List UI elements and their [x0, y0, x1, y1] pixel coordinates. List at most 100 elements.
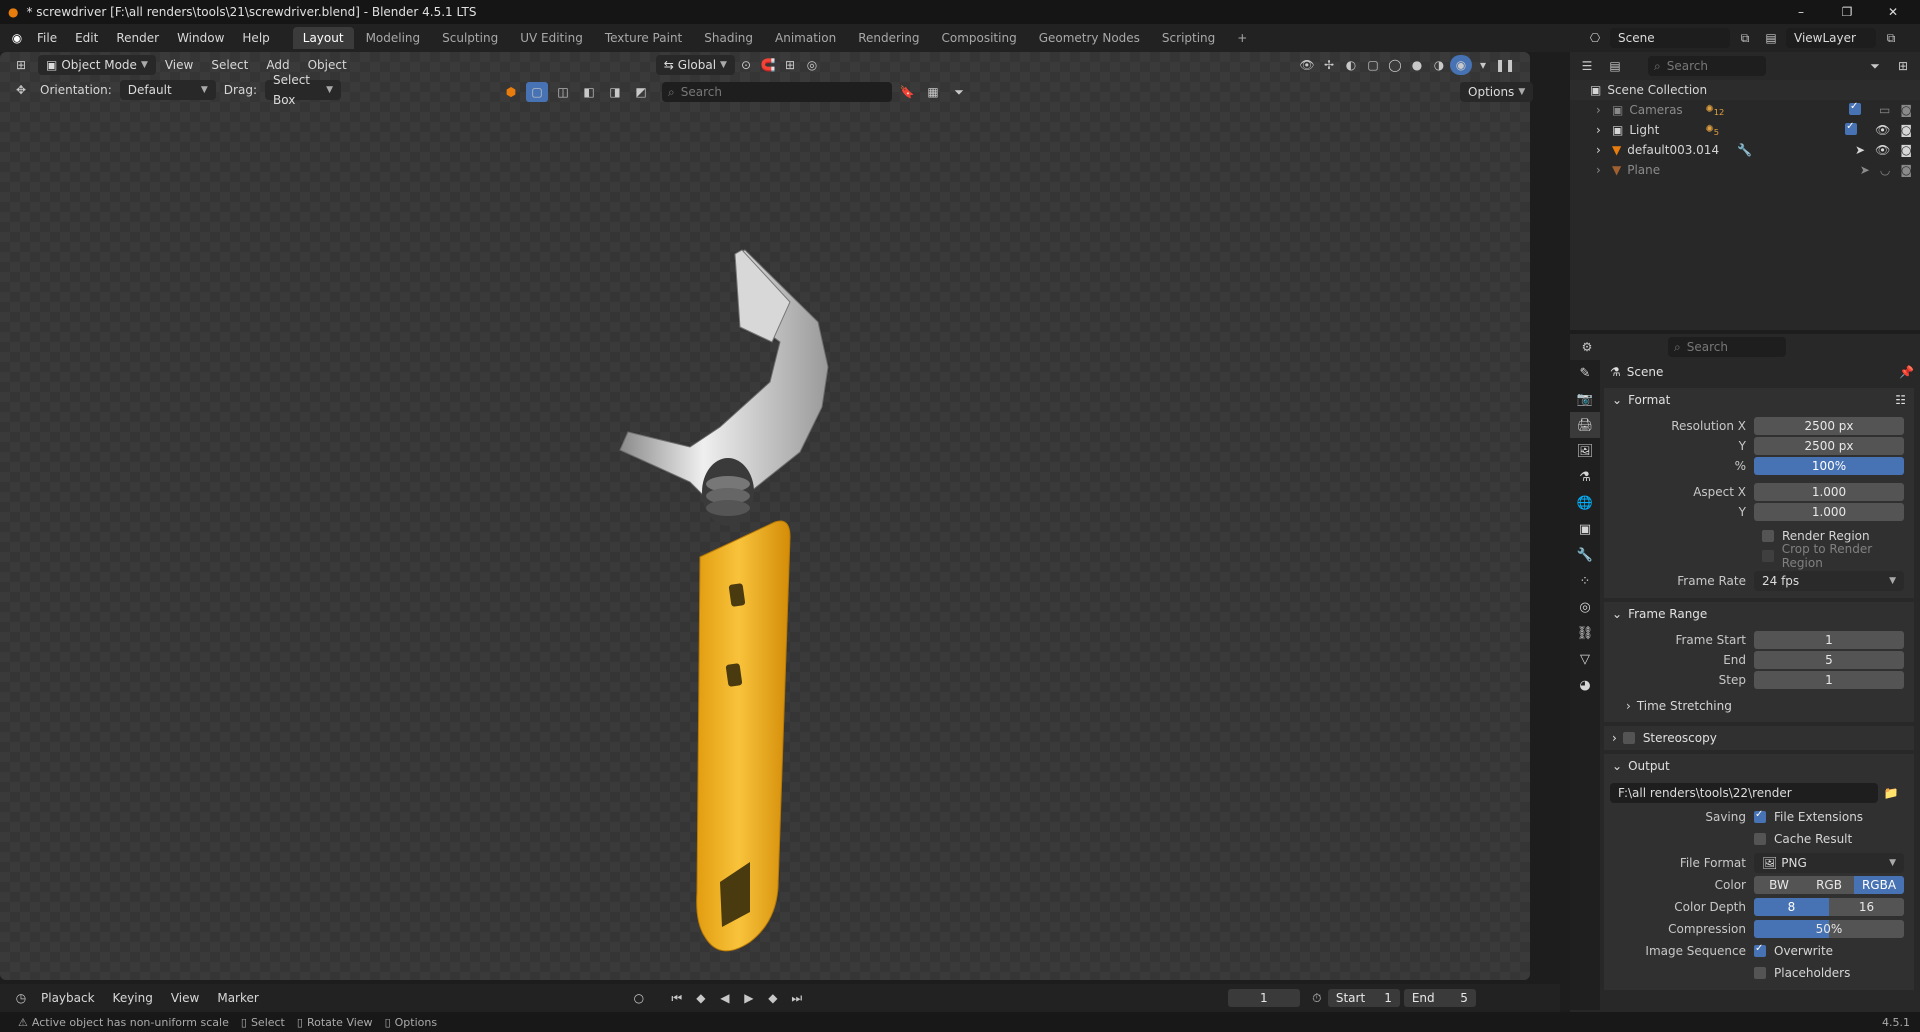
particles-tab-icon[interactable]: ⁘	[1570, 568, 1600, 594]
folder-icon[interactable]: 📁	[1880, 783, 1902, 803]
pause-render-icon[interactable]: ❚❚	[1494, 55, 1516, 75]
outliner-row-cameras[interactable]: › ▣ Cameras ✺12 ▭ ◙	[1570, 100, 1920, 120]
timeline-start-field[interactable]: Start 1	[1327, 989, 1400, 1007]
bookmark-icon[interactable]: 🔖	[896, 82, 918, 102]
menu-window[interactable]: Window	[168, 24, 233, 52]
include-checkbox[interactable]	[1845, 121, 1858, 135]
expand-arrow-icon[interactable]: ›	[1596, 103, 1612, 117]
select-arrow-icon[interactable]: ➤	[1860, 163, 1870, 177]
presets-icon[interactable]: ☷	[1895, 393, 1906, 407]
scene-selector[interactable]: Scene	[1610, 28, 1730, 48]
file-extensions-checkbox[interactable]	[1754, 809, 1766, 823]
tab-scripting[interactable]: Scripting	[1152, 27, 1225, 49]
properties-search[interactable]: ⌕ Search	[1668, 337, 1786, 357]
3d-viewport[interactable]: ⊞ ▣ Object Mode ▼ View Select Add Object…	[0, 51, 1534, 980]
scene-icon[interactable]: ⎔	[1584, 28, 1606, 48]
output-panel-header[interactable]: ⌄ Output	[1604, 754, 1914, 778]
format-panel-header[interactable]: ⌄ Format ☷	[1604, 388, 1914, 412]
scene-tab-icon[interactable]: ⚗	[1570, 464, 1600, 490]
material-tab-icon[interactable]: ◕	[1570, 672, 1600, 698]
select-invert-icon[interactable]: ◨	[604, 82, 626, 102]
resolution-y-field[interactable]: 2500 px	[1754, 437, 1904, 455]
frame-range-panel-header[interactable]: ⌄ Frame Range	[1604, 602, 1914, 626]
pin-icon[interactable]: 📌	[1899, 365, 1914, 379]
editor-type-icon[interactable]: ⊞	[10, 55, 32, 75]
render-camera-icon[interactable]: ◙	[1900, 163, 1912, 177]
menu-help[interactable]: Help	[233, 24, 278, 52]
new-view-layer-icon[interactable]: ⧉	[1880, 28, 1902, 48]
play-reverse-icon[interactable]: ◀	[714, 988, 736, 1008]
tab-uv-editing[interactable]: UV Editing	[510, 27, 593, 49]
proportional-edit-icon[interactable]: ◎	[801, 55, 823, 75]
overwrite-checkbox[interactable]	[1754, 943, 1766, 957]
blender-menu-icon[interactable]: ◉	[6, 28, 28, 48]
viewport-menu-select[interactable]: Select	[202, 51, 257, 79]
output-tab-icon[interactable]: 🖨	[1570, 412, 1600, 438]
aspect-x-field[interactable]: 1.000	[1754, 483, 1904, 501]
object-type-icon[interactable]: ⬢	[500, 82, 522, 102]
render-region-checkbox[interactable]	[1762, 530, 1774, 542]
wrench-model[interactable]	[600, 192, 860, 952]
transform-orientation-selector[interactable]: ⇆ Global ▼	[655, 55, 735, 75]
tab-layout[interactable]: Layout	[292, 27, 354, 49]
include-checkbox[interactable]	[1849, 101, 1861, 115]
outliner-search[interactable]: ⌕ Search	[1648, 56, 1766, 76]
tab-shading[interactable]: Shading	[694, 27, 763, 49]
menu-file[interactable]: File	[28, 24, 66, 52]
file-format-selector[interactable]: 🖼 PNG ▼	[1754, 853, 1904, 873]
gizmo-icon[interactable]: ✢	[1318, 55, 1340, 75]
jump-keyframe-forward-icon[interactable]: ◆	[762, 988, 784, 1008]
aspect-y-field[interactable]: 1.000	[1754, 503, 1904, 521]
overlays-icon[interactable]: ◐	[1340, 55, 1362, 75]
render-camera-icon[interactable]: ◙	[1900, 143, 1912, 157]
color-depth-8-option[interactable]: 8	[1754, 898, 1829, 916]
select-subtract-icon[interactable]: ◧	[578, 82, 600, 102]
expand-arrow-icon[interactable]: ›	[1596, 143, 1612, 157]
viewport-visible-icon[interactable]: ▭	[1879, 103, 1890, 117]
filter-icon[interactable]: ⏷	[948, 82, 970, 102]
scene-collection-row[interactable]: ▣ Scene Collection	[1570, 80, 1920, 100]
eye-icon[interactable]: 👁	[1875, 143, 1890, 157]
new-collection-icon[interactable]: ⊞	[1892, 56, 1914, 76]
drag-selector[interactable]: Select Box ▼	[264, 73, 341, 107]
shading-options-icon[interactable]: ▾	[1472, 55, 1494, 75]
object-tab-icon[interactable]: ▣	[1570, 516, 1600, 542]
modifier-tab-icon[interactable]: 🔧	[1570, 542, 1600, 568]
view-layer-selector[interactable]: ViewLayer	[1786, 28, 1876, 48]
tool-tab-icon[interactable]: ✎	[1570, 360, 1600, 386]
jump-end-icon[interactable]: ⏭	[786, 988, 808, 1008]
filter-icon[interactable]: ⏷	[1864, 56, 1886, 76]
mode-selector[interactable]: ▣ Object Mode ▼	[38, 55, 156, 75]
stopwatch-icon[interactable]: ⏱	[1306, 988, 1328, 1008]
add-workspace-icon[interactable]: +	[1227, 27, 1257, 49]
tab-geometry-nodes[interactable]: Geometry Nodes	[1029, 27, 1150, 49]
tab-sculpting[interactable]: Sculpting	[432, 27, 508, 49]
compression-slider[interactable]: 50%	[1754, 920, 1904, 938]
stereoscopy-checkbox[interactable]	[1622, 732, 1635, 744]
resolution-x-field[interactable]: 2500 px	[1754, 417, 1904, 435]
select-mode-icon[interactable]: ▢	[526, 82, 548, 102]
eye-closed-icon[interactable]: ◡	[1880, 163, 1890, 177]
resolution-percent-field[interactable]: 100%	[1754, 457, 1904, 475]
world-tab-icon[interactable]: 🌐	[1570, 490, 1600, 516]
tab-animation[interactable]: Animation	[765, 27, 846, 49]
snap-target-icon[interactable]: ⊞	[779, 55, 801, 75]
options-button[interactable]: Options ▼	[1460, 82, 1534, 102]
display-mode-icon[interactable]: ▤	[1604, 56, 1626, 76]
render-tab-icon[interactable]: 📷	[1570, 386, 1600, 412]
frame-step-field[interactable]: 1	[1754, 671, 1904, 689]
output-path-field[interactable]: F:\all renders\tools\22\render	[1610, 783, 1878, 803]
render-camera-icon[interactable]: ◙	[1900, 103, 1912, 117]
constraints-tab-icon[interactable]: ⛓	[1570, 620, 1600, 646]
color-bw-option[interactable]: BW	[1754, 876, 1804, 894]
material-shading-icon[interactable]: ◑	[1428, 55, 1450, 75]
data-tab-icon[interactable]: ▽	[1570, 646, 1600, 672]
view-layer-icon[interactable]: ▤	[1760, 28, 1782, 48]
stereoscopy-panel-header[interactable]: › Stereoscopy	[1604, 726, 1914, 750]
frame-rate-selector[interactable]: 24 fps ▼	[1754, 571, 1904, 591]
select-arrow-icon[interactable]: ➤	[1855, 143, 1865, 157]
move-tool-icon[interactable]: ✥	[10, 80, 32, 100]
time-stretching-subpanel[interactable]: › Time Stretching	[1604, 694, 1914, 718]
eye-icon[interactable]: 👁	[1875, 123, 1890, 137]
physics-tab-icon[interactable]: ◎	[1570, 594, 1600, 620]
